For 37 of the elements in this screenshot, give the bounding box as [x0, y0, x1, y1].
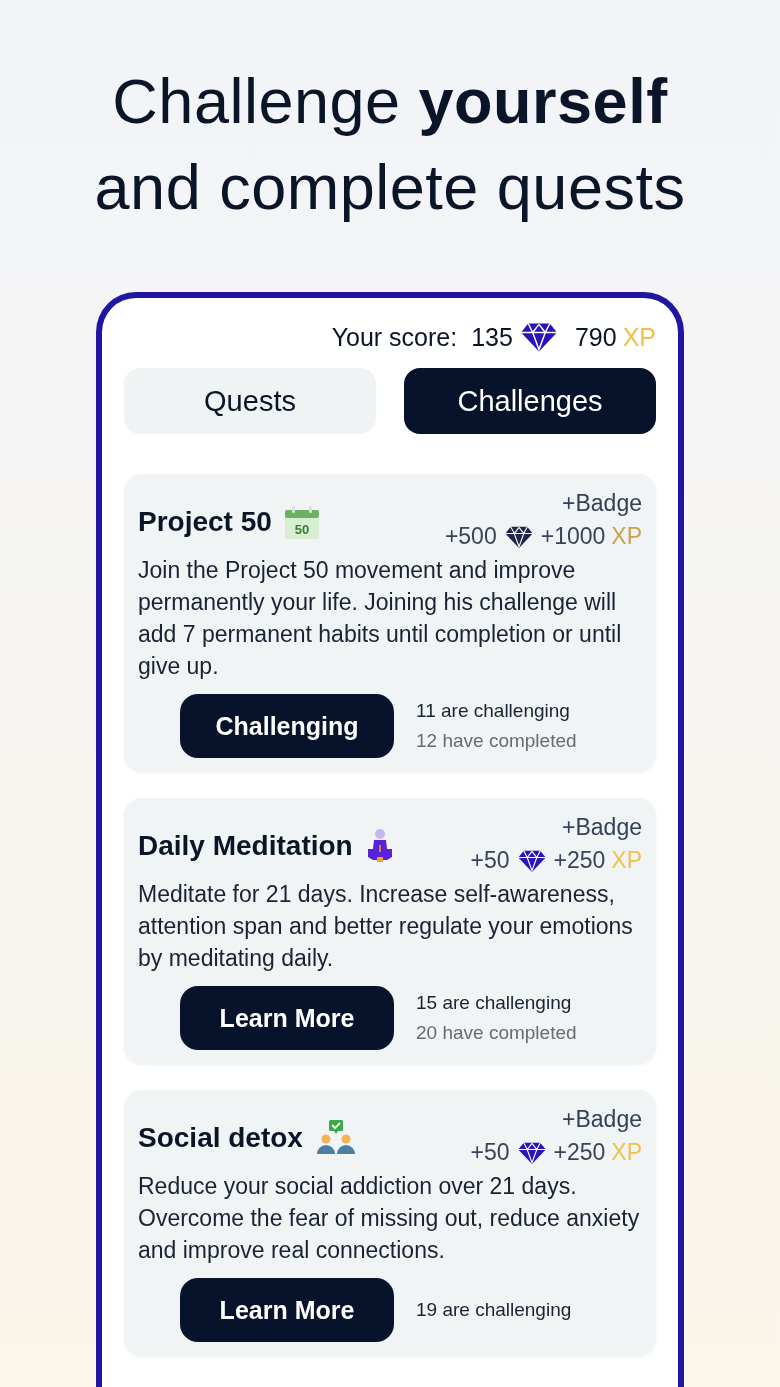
xp-unit: XP: [611, 523, 642, 550]
calendar-number: 50: [294, 522, 310, 537]
challenge-title: Project 50: [138, 506, 272, 538]
xp-unit: XP: [611, 1139, 642, 1166]
completed-count: 20 have completed: [416, 1022, 577, 1044]
challenge-button[interactable]: Challenging: [180, 694, 394, 758]
challenge-title: Social detox: [138, 1122, 303, 1154]
challenge-button[interactable]: Learn More: [180, 1278, 394, 1342]
xp-reward: +1000: [540, 523, 606, 550]
tab[interactable]: Challenges: [404, 368, 656, 434]
challenge-title: Daily Meditation: [138, 830, 353, 862]
xp-reward: +250: [553, 1139, 606, 1166]
xp-unit: XP: [611, 847, 642, 874]
reward-label: +Badge: [562, 1106, 642, 1133]
reward-label: +Badge: [562, 490, 642, 517]
challenge-button[interactable]: Learn More: [180, 986, 394, 1050]
completed-count: 12 have completed: [416, 730, 577, 752]
gem-reward: +50: [470, 1139, 510, 1166]
gem-reward: +50: [470, 847, 510, 874]
xp-count: 790: [574, 322, 617, 352]
headline: Challenge yourself and complete quests: [93, 65, 687, 224]
challenging-count: 19 are challenging: [416, 1299, 572, 1321]
gem-count: 135: [471, 322, 513, 352]
two-people-icon: [314, 1120, 357, 1156]
challenging-count: 15 are challenging: [416, 992, 573, 1014]
gem-reward: +500: [444, 523, 497, 550]
reward-label: +Badge: [562, 814, 642, 841]
score-label: Your score:: [331, 322, 458, 352]
challenging-count: 11 are challenging: [416, 700, 571, 722]
calendar-icon: [284, 506, 319, 539]
challenge-description: Join the Project 50 movement and improve permanently your life. Joining his challenge will add 7 permanent habits until completion or until give up.: [138, 556, 623, 681]
challenge-description: Reduce your social addiction over 21 days. Overcome the fear of missing out, reduce anxiety and improve real connections.: [138, 1172, 641, 1265]
xp-unit: XP: [622, 322, 656, 352]
challenge-description: Meditate for 21 days. Increase self-awareness, attention span and better regulate your emotions by meditating daily.: [138, 880, 634, 973]
diamond-icon: [520, 322, 557, 352]
tab[interactable]: Quests: [124, 368, 376, 434]
xp-reward: +250: [553, 847, 606, 874]
